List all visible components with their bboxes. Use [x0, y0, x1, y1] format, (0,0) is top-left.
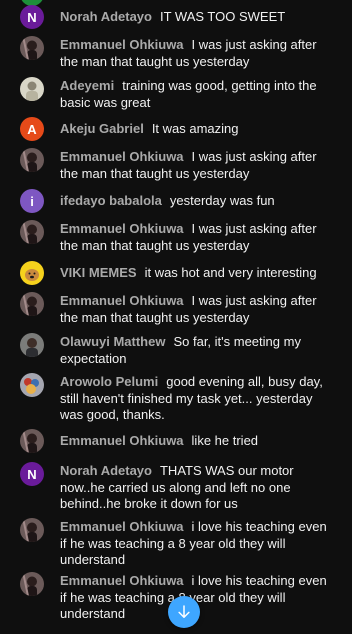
author-name[interactable]: Emmanuel Ohkiuwa [60, 519, 184, 534]
chat-message-body: Norah Adetayo IT WAS TOO SWEET [60, 9, 328, 26]
avatar[interactable]: N [20, 5, 44, 29]
avatar-letter: N [27, 9, 37, 25]
message-text: It was amazing [151, 121, 239, 136]
avatar[interactable] [20, 220, 44, 244]
chat-message-body: Emmanuel Ohkiuwa I was just asking after … [60, 149, 328, 182]
author-name[interactable]: Emmanuel Ohkiuwa [60, 149, 184, 164]
chat-message-body: Emmanuel Ohkiuwa i love his teaching even… [60, 519, 328, 569]
arrow-down-icon [178, 605, 190, 618]
avatar[interactable] [20, 261, 44, 285]
author-name[interactable]: VIKI MEMES [60, 265, 137, 280]
author-name[interactable]: Emmanuel Ohkiuwa [60, 221, 184, 236]
chat-message-body: Adeyemi training was good, getting into t… [60, 78, 328, 111]
chat-message-body: VIKI MEMES it was hot and very interestin… [60, 265, 328, 282]
author-name[interactable]: Emmanuel Ohkiuwa [60, 433, 184, 448]
author-name[interactable]: Emmanuel Ohkiuwa [60, 573, 184, 588]
avatar[interactable] [20, 36, 44, 60]
avatar[interactable]: N [20, 462, 44, 486]
avatar[interactable] [20, 373, 44, 397]
author-name[interactable]: Adeyemi [60, 78, 114, 93]
avatar[interactable] [20, 333, 44, 357]
author-name[interactable]: Emmanuel Ohkiuwa [60, 37, 184, 52]
chat-message-body: Norah Adetayo THATS WAS our motor now..he… [60, 463, 328, 513]
scroll-to-bottom-button[interactable] [168, 596, 200, 628]
message-text: IT WAS TOO SWEET [159, 9, 286, 24]
chat-message-body: Emmanuel Ohkiuwa I was just asking after … [60, 293, 328, 326]
avatar-letter: i [30, 193, 34, 209]
chat-message-body: Emmanuel Ohkiuwa like he tried [60, 433, 328, 450]
author-name[interactable]: Norah Adetayo [60, 463, 152, 478]
author-name[interactable]: Olawuyi Matthew [60, 334, 165, 349]
avatar[interactable]: i [20, 189, 44, 213]
avatar-letter: A [27, 121, 37, 137]
chat-message-body: ifedayo babalola yesterday was fun [60, 193, 328, 210]
author-name[interactable]: Norah Adetayo [60, 9, 152, 24]
chat-message-body: Emmanuel Ohkiuwa I was just asking after … [60, 221, 328, 254]
avatar[interactable] [20, 572, 44, 596]
avatar-letter: N [27, 466, 37, 482]
avatar[interactable]: A [20, 117, 44, 141]
message-text: yesterday was fun [169, 193, 275, 208]
author-name[interactable]: Akeju Gabriel [60, 121, 144, 136]
chat-message-body: Emmanuel Ohkiuwa I was just asking after … [60, 37, 328, 70]
author-name[interactable]: ifedayo babalola [60, 193, 162, 208]
avatar[interactable] [20, 77, 44, 101]
message-text: it was hot and very interesting [144, 265, 317, 280]
avatar[interactable] [20, 429, 44, 453]
chat-message-body: Akeju Gabriel It was amazing [60, 121, 328, 138]
avatar[interactable] [20, 148, 44, 172]
avatar[interactable] [20, 518, 44, 542]
author-name[interactable]: Arowolo Pelumi [60, 374, 158, 389]
author-name[interactable]: Emmanuel Ohkiuwa [60, 293, 184, 308]
message-text: like he tried [191, 433, 259, 448]
chat-message-body: Arowolo Pelumi good evening all, busy day… [60, 374, 328, 424]
chat-message-body: Olawuyi Matthew So far, it's meeting my e… [60, 334, 328, 367]
avatar[interactable] [20, 292, 44, 316]
